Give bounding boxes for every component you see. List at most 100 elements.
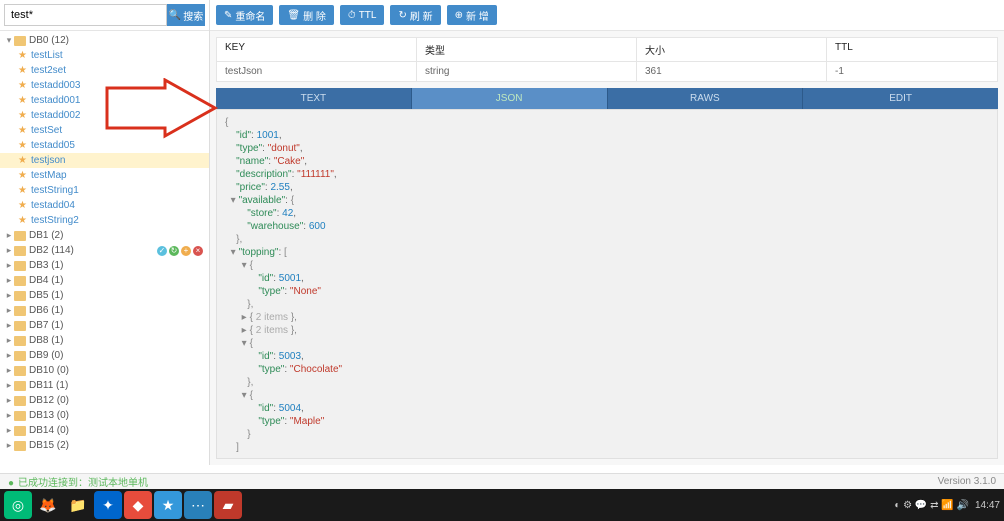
- clock-icon: ⏱: [348, 10, 356, 21]
- key-node-testadd002[interactable]: ★testadd002: [0, 108, 209, 123]
- ttl-button[interactable]: ⏱TTL: [340, 5, 385, 25]
- expand-icon: ▸: [4, 380, 14, 391]
- files-icon[interactable]: 📁: [64, 491, 92, 519]
- star-icon: ★: [18, 141, 28, 151]
- db-node[interactable]: ▸DB2 (114)✓↻+×: [0, 243, 209, 258]
- expand-icon: ▸: [4, 290, 14, 301]
- clock[interactable]: 14:47: [975, 500, 1000, 511]
- act3-icon[interactable]: +: [181, 246, 191, 256]
- db-node[interactable]: ▸DB11 (1): [0, 378, 209, 393]
- db-node[interactable]: ▸DB9 (0): [0, 348, 209, 363]
- main-panel: ✎重命名 🗑删 除 ⏱TTL ↻刷 新 ⊕新 增 KEY 类型 大小 TTL t…: [210, 0, 1004, 465]
- db-node[interactable]: ▸DB1 (2): [0, 228, 209, 243]
- app1-icon[interactable]: ✦: [94, 491, 122, 519]
- folder-icon: [14, 36, 26, 46]
- folder-icon: [14, 261, 26, 271]
- val-type: string: [417, 62, 637, 81]
- db-node[interactable]: ▸DB13 (0): [0, 408, 209, 423]
- action-bar: ✎重命名 🗑删 除 ⏱TTL ↻刷 新 ⊕新 增: [210, 0, 1004, 31]
- key-node-testadd04[interactable]: ★testadd04: [0, 198, 209, 213]
- col-key: KEY: [217, 38, 417, 61]
- new-button[interactable]: ⊕新 增: [447, 5, 497, 25]
- folder-icon: [14, 381, 26, 391]
- folder-icon: [14, 366, 26, 376]
- tab-json[interactable]: JSON: [412, 88, 608, 109]
- json-viewer[interactable]: { "id": 1001, "type": "donut", "name": "…: [216, 109, 998, 459]
- expand-icon: ▸: [4, 410, 14, 421]
- search-button[interactable]: 🔍搜索: [167, 4, 205, 26]
- app3-icon[interactable]: ★: [154, 491, 182, 519]
- key-node-testjson[interactable]: ★testjson: [0, 153, 209, 168]
- trash-icon: 🗑: [287, 10, 300, 21]
- sidebar: 🔍搜索 ▾DB0 (12) ★testList★test2set★testadd…: [0, 0, 210, 465]
- star-icon: ★: [18, 111, 28, 121]
- db-node[interactable]: ▸DB15 (2): [0, 438, 209, 453]
- db-actions: ✓↻+×: [157, 246, 203, 256]
- pencil-icon: ✎: [224, 10, 232, 21]
- tab-text[interactable]: TEXT: [216, 88, 412, 109]
- folder-icon: [14, 231, 26, 241]
- status-bar: ●已成功连接到：测试本地单机 Version 3.1.0: [0, 473, 1004, 489]
- act4-icon[interactable]: ×: [193, 246, 203, 256]
- expand-icon: ▸: [4, 440, 14, 451]
- expand-icon: ▸: [4, 365, 14, 376]
- folder-icon: [14, 246, 26, 256]
- db-node[interactable]: ▸DB8 (1): [0, 333, 209, 348]
- folder-icon: [14, 306, 26, 316]
- key-node-testString2[interactable]: ★testString2: [0, 213, 209, 228]
- star-icon: ★: [18, 96, 28, 106]
- db-node[interactable]: ▸DB7 (1): [0, 318, 209, 333]
- star-icon: ★: [18, 186, 28, 196]
- key-node-testMap[interactable]: ★testMap: [0, 168, 209, 183]
- folder-icon: [14, 336, 26, 346]
- refresh-button[interactable]: ↻刷 新: [390, 5, 440, 25]
- col-ttl: TTL: [827, 38, 997, 61]
- db-node-0[interactable]: ▾DB0 (12): [0, 33, 209, 48]
- expand-icon: ▸: [4, 245, 14, 256]
- key-node-testadd001[interactable]: ★testadd001: [0, 93, 209, 108]
- firefox-icon[interactable]: 🦊: [34, 491, 62, 519]
- folder-icon: [14, 396, 26, 406]
- rename-button[interactable]: ✎重命名: [216, 5, 273, 25]
- tray-icons[interactable]: ◐ ⚙ 💬 ⇄ 📶 🔊: [894, 500, 969, 511]
- key-node-testList[interactable]: ★testList: [0, 48, 209, 63]
- expand-icon: ▸: [4, 425, 14, 436]
- db-node[interactable]: ▸DB3 (1): [0, 258, 209, 273]
- act2-icon[interactable]: ↻: [169, 246, 179, 256]
- folder-icon: [14, 441, 26, 451]
- view-tabs: TEXT JSON RAWS EDIT: [216, 88, 998, 109]
- expand-icon: ▸: [4, 275, 14, 286]
- key-node-testadd003[interactable]: ★testadd003: [0, 78, 209, 93]
- expand-icon: ▸: [4, 230, 14, 241]
- key-info-table: KEY 类型 大小 TTL testJson string 361 -1: [216, 37, 998, 82]
- key-node-test2set[interactable]: ★test2set: [0, 63, 209, 78]
- key-node-testSet[interactable]: ★testSet: [0, 123, 209, 138]
- act1-icon[interactable]: ✓: [157, 246, 167, 256]
- db-node[interactable]: ▸DB10 (0): [0, 363, 209, 378]
- search-input[interactable]: [4, 4, 167, 26]
- folder-icon: [14, 321, 26, 331]
- db-node[interactable]: ▸DB6 (1): [0, 303, 209, 318]
- folder-icon: [14, 276, 26, 286]
- db-node[interactable]: ▸DB4 (1): [0, 273, 209, 288]
- db-node[interactable]: ▸DB14 (0): [0, 423, 209, 438]
- db-node[interactable]: ▸DB5 (1): [0, 288, 209, 303]
- tab-edit[interactable]: EDIT: [803, 88, 998, 109]
- launcher-icon[interactable]: ◎: [4, 491, 32, 519]
- collapse-icon: ▾: [4, 35, 14, 46]
- folder-icon: [14, 426, 26, 436]
- star-icon: ★: [18, 201, 28, 211]
- app5-icon[interactable]: ▰: [214, 491, 242, 519]
- app4-icon[interactable]: ⋯: [184, 491, 212, 519]
- delete-button[interactable]: 🗑删 除: [279, 5, 333, 25]
- taskbar: ◎ 🦊 📁 ✦ ◆ ★ ⋯ ▰ ◐ ⚙ 💬 ⇄ 📶 🔊 14:47: [0, 489, 1004, 521]
- key-node-testString1[interactable]: ★testString1: [0, 183, 209, 198]
- tab-raws[interactable]: RAWS: [608, 88, 804, 109]
- db-node[interactable]: ▸DB12 (0): [0, 393, 209, 408]
- star-icon: ★: [18, 216, 28, 226]
- val-ttl: -1: [827, 62, 997, 81]
- star-icon: ★: [18, 66, 28, 76]
- app2-icon[interactable]: ◆: [124, 491, 152, 519]
- key-node-testadd05[interactable]: ★testadd05: [0, 138, 209, 153]
- star-icon: ★: [18, 126, 28, 136]
